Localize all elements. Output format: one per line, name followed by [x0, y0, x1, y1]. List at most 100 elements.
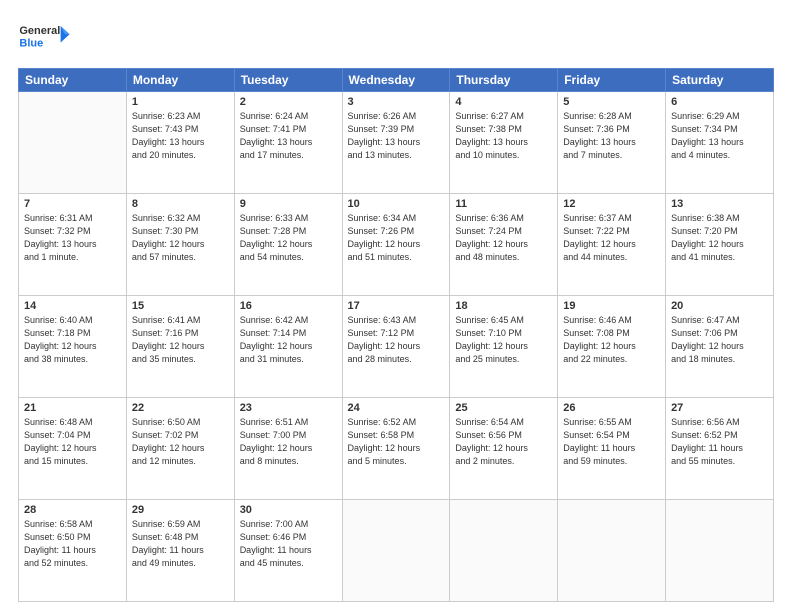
calendar-week-4: 21Sunrise: 6:48 AM Sunset: 7:04 PM Dayli…: [19, 398, 774, 500]
day-info: Sunrise: 6:46 AM Sunset: 7:08 PM Dayligh…: [563, 314, 660, 366]
day-number: 2: [240, 96, 337, 108]
day-info: Sunrise: 7:00 AM Sunset: 6:46 PM Dayligh…: [240, 518, 337, 570]
day-info: Sunrise: 6:38 AM Sunset: 7:20 PM Dayligh…: [671, 212, 768, 264]
day-info: Sunrise: 6:52 AM Sunset: 6:58 PM Dayligh…: [348, 416, 445, 468]
day-number: 24: [348, 402, 445, 414]
calendar-cell: [450, 500, 558, 602]
day-number: 12: [563, 198, 660, 210]
day-info: Sunrise: 6:47 AM Sunset: 7:06 PM Dayligh…: [671, 314, 768, 366]
day-info: Sunrise: 6:58 AM Sunset: 6:50 PM Dayligh…: [24, 518, 121, 570]
day-number: 28: [24, 504, 121, 516]
day-number: 6: [671, 96, 768, 108]
day-number: 16: [240, 300, 337, 312]
calendar-cell: 22 Sunrise: 6:50 AM Sunset: 7:02 PM Dayli…: [126, 398, 234, 500]
calendar-cell: 12 Sunrise: 6:37 AM Sunset: 7:22 PM Dayli…: [558, 194, 666, 296]
day-info: Sunrise: 6:34 AM Sunset: 7:26 PM Dayligh…: [348, 212, 445, 264]
day-number: 25: [455, 402, 552, 414]
day-info: Sunrise: 6:32 AM Sunset: 7:30 PM Dayligh…: [132, 212, 229, 264]
calendar-cell: 28 Sunrise: 6:58 AM Sunset: 6:50 PM Dayli…: [19, 500, 127, 602]
day-number: 22: [132, 402, 229, 414]
day-info: Sunrise: 6:48 AM Sunset: 7:04 PM Dayligh…: [24, 416, 121, 468]
logo-icon: General Blue: [18, 18, 73, 58]
calendar-cell: [558, 500, 666, 602]
day-number: 8: [132, 198, 229, 210]
day-number: 5: [563, 96, 660, 108]
weekday-header-sunday: Sunday: [19, 69, 127, 92]
svg-text:General: General: [19, 25, 60, 37]
logo: General Blue: [18, 18, 73, 58]
day-info: Sunrise: 6:36 AM Sunset: 7:24 PM Dayligh…: [455, 212, 552, 264]
weekday-header-saturday: Saturday: [666, 69, 774, 92]
day-info: Sunrise: 6:24 AM Sunset: 7:41 PM Dayligh…: [240, 110, 337, 162]
calendar-cell: 24 Sunrise: 6:52 AM Sunset: 6:58 PM Dayli…: [342, 398, 450, 500]
weekday-header-wednesday: Wednesday: [342, 69, 450, 92]
day-number: 20: [671, 300, 768, 312]
day-number: 27: [671, 402, 768, 414]
day-number: 26: [563, 402, 660, 414]
calendar-cell: 29 Sunrise: 6:59 AM Sunset: 6:48 PM Dayli…: [126, 500, 234, 602]
weekday-header-row: SundayMondayTuesdayWednesdayThursdayFrid…: [19, 69, 774, 92]
calendar-cell: 19 Sunrise: 6:46 AM Sunset: 7:08 PM Dayli…: [558, 296, 666, 398]
calendar-week-2: 7Sunrise: 6:31 AM Sunset: 7:32 PM Daylig…: [19, 194, 774, 296]
day-number: 18: [455, 300, 552, 312]
day-info: Sunrise: 6:37 AM Sunset: 7:22 PM Dayligh…: [563, 212, 660, 264]
day-number: 19: [563, 300, 660, 312]
day-info: Sunrise: 6:55 AM Sunset: 6:54 PM Dayligh…: [563, 416, 660, 468]
calendar-cell: 4 Sunrise: 6:27 AM Sunset: 7:38 PM Daylig…: [450, 92, 558, 194]
day-info: Sunrise: 6:31 AM Sunset: 7:32 PM Dayligh…: [24, 212, 121, 264]
calendar-cell: 10 Sunrise: 6:34 AM Sunset: 7:26 PM Dayli…: [342, 194, 450, 296]
calendar-week-1: 1Sunrise: 6:23 AM Sunset: 7:43 PM Daylig…: [19, 92, 774, 194]
day-info: Sunrise: 6:50 AM Sunset: 7:02 PM Dayligh…: [132, 416, 229, 468]
day-number: 13: [671, 198, 768, 210]
calendar-cell: 23 Sunrise: 6:51 AM Sunset: 7:00 PM Dayli…: [234, 398, 342, 500]
calendar-cell: [19, 92, 127, 194]
calendar-cell: 27 Sunrise: 6:56 AM Sunset: 6:52 PM Dayli…: [666, 398, 774, 500]
day-number: 4: [455, 96, 552, 108]
weekday-header-friday: Friday: [558, 69, 666, 92]
day-number: 14: [24, 300, 121, 312]
day-number: 15: [132, 300, 229, 312]
day-number: 29: [132, 504, 229, 516]
day-number: 10: [348, 198, 445, 210]
weekday-header-thursday: Thursday: [450, 69, 558, 92]
calendar-cell: 9 Sunrise: 6:33 AM Sunset: 7:28 PM Daylig…: [234, 194, 342, 296]
weekday-header-monday: Monday: [126, 69, 234, 92]
weekday-header-tuesday: Tuesday: [234, 69, 342, 92]
calendar-cell: 20 Sunrise: 6:47 AM Sunset: 7:06 PM Dayli…: [666, 296, 774, 398]
day-number: 3: [348, 96, 445, 108]
calendar-cell: 3Sunrise: 6:26 AM Sunset: 7:39 PM Daylig…: [342, 92, 450, 194]
day-number: 11: [455, 198, 552, 210]
day-number: 9: [240, 198, 337, 210]
day-info: Sunrise: 6:27 AM Sunset: 7:38 PM Dayligh…: [455, 110, 552, 162]
day-info: Sunrise: 6:29 AM Sunset: 7:34 PM Dayligh…: [671, 110, 768, 162]
calendar-cell: 2 Sunrise: 6:24 AM Sunset: 7:41 PM Daylig…: [234, 92, 342, 194]
day-info: Sunrise: 6:51 AM Sunset: 7:00 PM Dayligh…: [240, 416, 337, 468]
calendar-cell: 30 Sunrise: 7:00 AM Sunset: 6:46 PM Dayli…: [234, 500, 342, 602]
day-info: Sunrise: 6:56 AM Sunset: 6:52 PM Dayligh…: [671, 416, 768, 468]
calendar-cell: 7Sunrise: 6:31 AM Sunset: 7:32 PM Daylig…: [19, 194, 127, 296]
calendar-cell: 11 Sunrise: 6:36 AM Sunset: 7:24 PM Dayli…: [450, 194, 558, 296]
day-info: Sunrise: 6:23 AM Sunset: 7:43 PM Dayligh…: [132, 110, 229, 162]
calendar-cell: 13 Sunrise: 6:38 AM Sunset: 7:20 PM Dayli…: [666, 194, 774, 296]
calendar-cell: 25 Sunrise: 6:54 AM Sunset: 6:56 PM Dayli…: [450, 398, 558, 500]
calendar-cell: 5 Sunrise: 6:28 AM Sunset: 7:36 PM Daylig…: [558, 92, 666, 194]
day-info: Sunrise: 6:54 AM Sunset: 6:56 PM Dayligh…: [455, 416, 552, 468]
day-info: Sunrise: 6:28 AM Sunset: 7:36 PM Dayligh…: [563, 110, 660, 162]
day-info: Sunrise: 6:59 AM Sunset: 6:48 PM Dayligh…: [132, 518, 229, 570]
day-info: Sunrise: 6:40 AM Sunset: 7:18 PM Dayligh…: [24, 314, 121, 366]
calendar-cell: 15 Sunrise: 6:41 AM Sunset: 7:16 PM Dayli…: [126, 296, 234, 398]
calendar-week-3: 14 Sunrise: 6:40 AM Sunset: 7:18 PM Dayli…: [19, 296, 774, 398]
calendar-cell: [666, 500, 774, 602]
day-info: Sunrise: 6:45 AM Sunset: 7:10 PM Dayligh…: [455, 314, 552, 366]
calendar-cell: 17Sunrise: 6:43 AM Sunset: 7:12 PM Dayli…: [342, 296, 450, 398]
day-info: Sunrise: 6:41 AM Sunset: 7:16 PM Dayligh…: [132, 314, 229, 366]
day-info: Sunrise: 6:33 AM Sunset: 7:28 PM Dayligh…: [240, 212, 337, 264]
calendar-cell: 14 Sunrise: 6:40 AM Sunset: 7:18 PM Dayli…: [19, 296, 127, 398]
calendar-cell: [342, 500, 450, 602]
header: General Blue: [18, 18, 774, 58]
day-number: 30: [240, 504, 337, 516]
calendar-cell: 26 Sunrise: 6:55 AM Sunset: 6:54 PM Dayli…: [558, 398, 666, 500]
calendar-cell: 21Sunrise: 6:48 AM Sunset: 7:04 PM Dayli…: [19, 398, 127, 500]
day-number: 23: [240, 402, 337, 414]
calendar-table: SundayMondayTuesdayWednesdayThursdayFrid…: [18, 68, 774, 602]
